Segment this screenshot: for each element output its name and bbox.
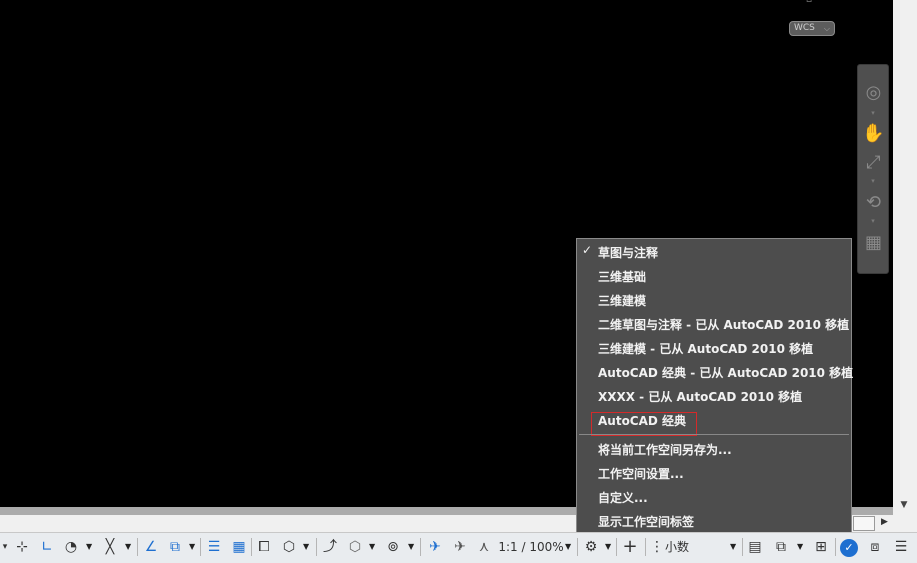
- chevron-down-icon[interactable]: ▼: [730, 534, 736, 560]
- layout-view-icon[interactable]: ⧉: [770, 534, 792, 560]
- chevron-down-icon[interactable]: ▼: [86, 534, 92, 560]
- menu-item-workspace[interactable]: XXXX - 已从 AutoCAD 2010 移植: [598, 387, 802, 407]
- zoom-icon[interactable]: ⤢: [860, 149, 887, 177]
- menu-item-workspace[interactable]: 三维建模 - 已从 AutoCAD 2010 移植: [598, 339, 813, 359]
- zoom-dropdown-icon[interactable]: ▾: [858, 177, 888, 185]
- status-divider: [316, 538, 317, 556]
- 3d-object-snap-icon[interactable]: ⬡: [278, 534, 300, 560]
- customization-menu-icon[interactable]: ☰: [889, 534, 913, 560]
- lineweight-icon[interactable]: ☰: [203, 534, 225, 560]
- menu-item-customize[interactable]: 自定义...: [598, 488, 648, 508]
- wcs-menu[interactable]: WCS ⌵: [789, 21, 835, 36]
- status-divider: [577, 538, 578, 556]
- grip-handle-icon: ⋮: [650, 539, 664, 555]
- plus-icon[interactable]: +: [619, 534, 641, 560]
- scroll-thumb[interactable]: [853, 516, 875, 531]
- checkmark-icon: ✓: [582, 243, 593, 257]
- annotation-scale-icon[interactable]: ⋏: [473, 534, 495, 560]
- status-divider: [742, 538, 743, 556]
- object-snap-tracking-icon[interactable]: ∠: [140, 534, 162, 560]
- wcs-label: WCS: [794, 23, 815, 33]
- vertical-scrollbar[interactable]: [893, 0, 917, 515]
- selection-cycling-icon[interactable]: ⧠: [253, 534, 275, 560]
- hardware-acceleration-icon[interactable]: ✓: [838, 534, 860, 560]
- chevron-down-icon[interactable]: ▼: [797, 534, 803, 560]
- gear-icon[interactable]: ⚙: [580, 534, 602, 560]
- orbit-icon[interactable]: ⟲: [860, 189, 887, 217]
- chevron-down-icon[interactable]: ▼: [605, 534, 611, 560]
- auto-scale-icon[interactable]: ✈: [449, 534, 471, 560]
- chevron-down-icon: ⌵: [823, 24, 830, 33]
- selection-highlight-box: [591, 412, 697, 436]
- chevron-down-icon[interactable]: ▼: [125, 534, 131, 560]
- chevron-down-icon[interactable]: ▼: [189, 534, 195, 560]
- steering-wheel-icon[interactable]: ◎: [860, 79, 887, 107]
- annotation-monitor-icon[interactable]: ⊚: [382, 534, 404, 560]
- menu-item-workspace[interactable]: 草图与注释: [598, 243, 658, 263]
- osnap-icon[interactable]: ╳: [98, 534, 122, 560]
- gizmo-icon[interactable]: ⤴: [319, 534, 341, 560]
- status-divider: [137, 538, 138, 556]
- showmotion-icon[interactable]: ▦: [860, 229, 887, 257]
- status-divider: [616, 538, 617, 556]
- navigation-bar: ◎ ▾ ✋ ⤢ ▾ ⟲ ▾ ▦: [857, 64, 889, 274]
- chevron-down-icon[interactable]: ▼: [303, 534, 309, 560]
- transparency-icon[interactable]: ▦: [228, 534, 250, 560]
- menu-item-save-workspace-as[interactable]: 将当前工作空间另存为...: [598, 440, 732, 460]
- chevron-down-icon[interactable]: ▾: [0, 534, 10, 560]
- menu-item-show-workspace-label[interactable]: 显示工作空间标签: [598, 512, 694, 532]
- wheel-dropdown-icon[interactable]: ▾: [858, 109, 888, 117]
- status-divider: [251, 538, 252, 556]
- cube-icon[interactable]: ⬡: [344, 534, 366, 560]
- status-divider: [835, 538, 836, 556]
- workspace-menu: ✓ 草图与注释 三维基础 三维建模 二维草图与注释 - 已从 AutoCAD 2…: [576, 238, 853, 534]
- menu-divider: [579, 434, 849, 435]
- status-divider: [200, 538, 201, 556]
- scroll-down-arrow-icon[interactable]: ▼: [898, 500, 910, 510]
- annotation-visibility-icon[interactable]: ✈: [424, 534, 446, 560]
- chevron-down-icon[interactable]: ▼: [369, 534, 375, 560]
- chevron-down-icon[interactable]: ▼: [565, 534, 571, 560]
- ortho-icon[interactable]: ∟: [36, 534, 58, 560]
- chevron-down-icon[interactable]: ▼: [408, 534, 414, 560]
- isolate-objects-icon[interactable]: ⊞: [810, 534, 832, 560]
- snap-grid-icon[interactable]: ⊹: [11, 534, 33, 560]
- menu-item-workspace[interactable]: AutoCAD 经典 - 已从 AutoCAD 2010 移植: [598, 363, 853, 383]
- scroll-right-arrow-icon[interactable]: ▶: [881, 517, 888, 527]
- clean-screen-icon[interactable]: ⧈: [864, 534, 886, 560]
- menu-item-workspace[interactable]: 三维建模: [598, 291, 646, 311]
- status-divider: [645, 538, 646, 556]
- annotation-scale-value[interactable]: 1:1 / 100%: [498, 534, 564, 560]
- quick-properties-icon[interactable]: ▤: [745, 534, 765, 560]
- dynamic-ucs-icon[interactable]: ⧉: [164, 534, 186, 560]
- menu-item-workspace[interactable]: 二维草图与注释 - 已从 AutoCAD 2010 移植: [598, 315, 849, 335]
- menu-item-workspace[interactable]: 三维基础: [598, 267, 646, 287]
- status-divider: [420, 538, 421, 556]
- pan-hand-icon[interactable]: ✋: [860, 120, 887, 148]
- viewcube-remnant-icon: ⌂: [806, 0, 812, 5]
- units-selector[interactable]: 小数: [665, 534, 725, 560]
- polar-tracking-icon[interactable]: ◔: [60, 534, 82, 560]
- menu-item-workspace-settings[interactable]: 工作空间设置...: [598, 464, 684, 484]
- orbit-dropdown-icon[interactable]: ▾: [858, 217, 888, 225]
